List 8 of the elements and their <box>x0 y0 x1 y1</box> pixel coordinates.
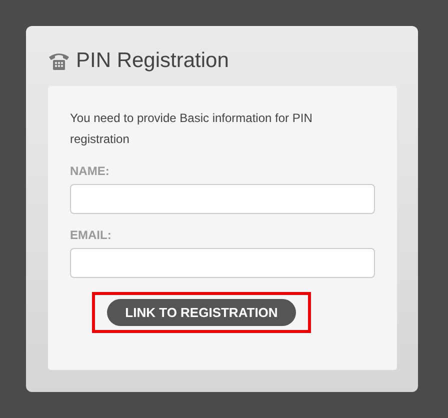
field-label: EMAIL: <box>70 228 112 242</box>
field-label: NAME: <box>70 164 110 178</box>
input-field[interactable] <box>70 184 375 214</box>
panel-title: PIN Registration <box>76 49 229 73</box>
telephone-icon <box>48 51 70 71</box>
registration-button[interactable]: LINK TO REGISTRATION <box>107 299 296 326</box>
intro-text: You need to provide Basic information for PIN registration <box>70 110 314 148</box>
input-field[interactable] <box>70 248 375 278</box>
